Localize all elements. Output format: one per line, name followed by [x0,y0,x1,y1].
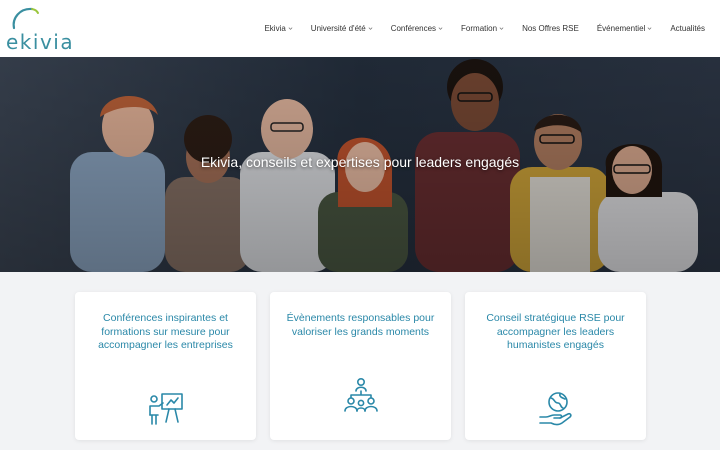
nav-item-offres-rse[interactable]: Nos Offres RSE [513,0,588,57]
nav-item-evenementiel[interactable]: Événementiel [588,0,661,57]
presentation-icon [149,393,183,425]
services-section: Conférences inspirantes et formations su… [0,272,720,450]
nav-item-label: Formation [461,24,498,33]
nav-item-label: Conférences [390,24,437,33]
nav-item-universite-ete[interactable]: Université d'été [302,0,382,57]
nav-item-label: Université d'été [310,24,366,33]
chevron-down-icon [647,27,652,30]
ekivia-logo[interactable]: ekivia [6,6,76,54]
nav-item-label: Nos Offres RSE [522,24,579,33]
nav-item-conferences[interactable]: Conférences [382,0,452,57]
chevron-down-icon [288,27,293,30]
chevron-down-icon [368,27,373,30]
site-header: ekivia Ekivia Université d'été Conférenc… [0,0,720,57]
logo-text: ekivia [6,30,75,54]
service-card-text: Conférences inspirantes et formations su… [98,312,233,351]
service-card-text: Évènements responsables pour valoriser l… [286,312,435,338]
globe-hand-icon [539,392,572,426]
hero-banner: Ekivia, conseils et expertises pour lead… [0,57,720,272]
service-card-text: Conseil stratégique RSE pour accompagner… [486,312,625,351]
main-navigation: Ekivia Université d'été Conférences Form… [255,0,714,57]
logo-swoosh-icon [12,7,39,30]
nav-item-ekivia[interactable]: Ekivia [255,0,301,57]
service-card-conseil-rse[interactable]: Conseil stratégique RSE pour accompagner… [465,292,646,440]
service-card-evenements[interactable]: Évènements responsables pour valoriser l… [270,292,451,440]
hero-title: Ekivia, conseils et expertises pour lead… [200,154,520,170]
chevron-down-icon [438,27,443,30]
chevron-down-icon [499,27,504,30]
nav-item-label: Actualités [670,24,705,33]
nav-item-formation[interactable]: Formation [452,0,513,57]
nav-item-label: Ekivia [264,24,286,33]
network-people-icon [344,377,378,412]
nav-item-label: Événementiel [596,24,646,33]
service-card-conferences[interactable]: Conférences inspirantes et formations su… [75,292,256,440]
nav-item-actualites[interactable]: Actualités [661,0,714,57]
